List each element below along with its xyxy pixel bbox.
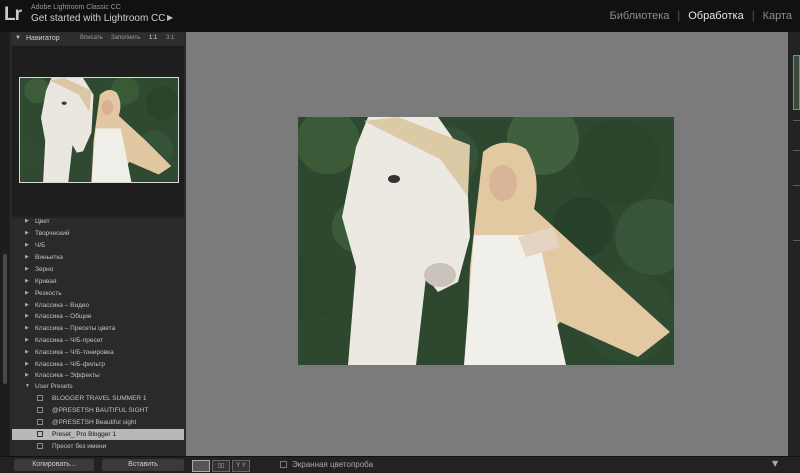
module-library[interactable]: Библиотека [602,10,678,22]
navigator-title: Навигатор [26,35,60,42]
preset-group-user-presets[interactable]: ▼ User Presets [12,381,184,392]
expand-triangle-icon[interactable]: ▶ [25,311,29,322]
preset-group-classic-video[interactable]: ▶ Классика – Видео [12,300,184,311]
preset-group-label: Творческий [35,230,70,237]
navigator-header[interactable]: ▼ Навигатор Вписать Заполнить 1:1 3:1 [12,33,184,45]
preset-file-icon [37,419,43,425]
toolbar-menu-arrow-icon[interactable]: ▼ [772,459,778,468]
expand-triangle-icon[interactable]: ▶ [25,276,29,287]
before-after-icon[interactable]: ▯▯ [212,460,230,472]
product-name: Adobe Lightroom Classic CC [31,4,121,11]
collapse-triangle-icon[interactable]: ▼ [25,381,30,392]
preset-group-label: Цвет [35,218,50,225]
preset-group-classic-bw-toning[interactable]: ▶ Классика – Ч/Б-тонировка [12,347,184,358]
user-preset-item-selected[interactable]: Preset_ Pro Blogger 1 [12,429,184,440]
softproof-label: Экранная цветопроба [292,460,374,469]
view-mode-icons: ▯▯ Y Y [192,460,250,472]
right-panel-divider [793,240,800,241]
expand-triangle-icon[interactable]: ▶ [25,347,29,358]
preset-group-classic-effects[interactable]: ▶ Классика – Эффекты [12,370,184,381]
zoom-1-1-option[interactable]: 1:1 [149,35,157,41]
user-preset-item[interactable]: Пресет без имени [12,441,184,452]
expand-triangle-icon[interactable]: ▶ [25,228,29,239]
before-after-split-icon[interactable]: Y Y [232,460,250,472]
preset-group-label: Виньетка [35,254,63,261]
copy-settings-button[interactable]: Копировать... [14,459,94,471]
user-preset-item[interactable]: @PRESETSH Beautiful sight [12,417,184,428]
module-picker: Библиотека | Обработка | Карта [602,10,800,22]
preset-group-label: Зерно [35,266,54,273]
preset-group-classic-general[interactable]: ▶ Классика – Общие [12,311,184,322]
left-panel-scrollbar[interactable] [0,32,10,456]
preset-group-label: Классика – Ч/Б-тонировка [35,349,114,356]
lightroom-logo: Lr [4,4,22,25]
user-preset-label: @PRESETSH Beautiful sight [52,419,137,426]
top-bar: Lr Adobe Lightroom Classic CC Get starte… [0,0,800,33]
expand-triangle-icon[interactable]: ▶ [25,323,29,334]
scrollbar-thumb[interactable] [3,254,7,384]
preset-group-label: Резкость [35,290,62,297]
preset-group-classic-bw[interactable]: ▶ Классика – Ч/Б-пресет [12,335,184,346]
expand-triangle-icon[interactable]: ▶ [25,216,29,227]
preset-group-label: Кривая [35,278,57,285]
softproof-checkbox[interactable] [280,461,287,468]
preset-group-label: Классика – Ч/Б-фильтр [35,361,105,368]
zoom-fill-option[interactable]: Заполнить [111,35,140,41]
photo-image [298,117,674,365]
preset-group-grain[interactable]: ▶ Зерно [12,264,184,275]
preset-group-label: Классика – Ч/Б-пресет [35,337,104,344]
preset-file-icon [37,431,43,437]
expand-triangle-icon[interactable]: ▶ [25,240,29,251]
expand-triangle-icon[interactable]: ▶ [25,300,29,311]
user-preset-item[interactable]: @PRESETSH BAUTIFUL SIGHT [12,405,184,416]
expand-triangle-icon[interactable]: ▶ [25,264,29,275]
right-panel-divider [793,120,800,121]
zoom-fit-option[interactable]: Вписать [80,35,103,41]
preset-group-sharpening[interactable]: ▶ Резкость [12,288,184,299]
module-map[interactable]: Карта [755,10,800,22]
expand-triangle-icon[interactable]: ▶ [25,335,29,346]
expand-triangle-icon[interactable]: ▶ [25,288,29,299]
preset-group-classic-bw-filter[interactable]: ▶ Классика – Ч/Б-фильтр [12,359,184,370]
user-preset-item[interactable]: BLOGGER TRAVEL SUMMER 1 [12,393,184,404]
play-arrow-icon[interactable]: ▶ [167,13,173,22]
module-develop[interactable]: Обработка [680,10,751,22]
preset-group-label: Классика – Видео [35,302,90,309]
preset-group-label: Классика – Эффекты [35,372,100,379]
preset-group-label: User Presets [35,383,73,390]
expand-triangle-icon[interactable]: ▶ [25,252,29,263]
preset-group-label: Классика – Пресеты цвета [35,325,116,332]
right-panel-histogram-edge [793,55,800,110]
zoom-3-1-option[interactable]: 3:1 [166,35,174,41]
photo-thumbnail-image [20,78,178,182]
collapse-triangle-icon[interactable]: ▼ [15,35,21,41]
user-preset-label: Preset_ Pro Blogger 1 [52,431,116,438]
main-photo[interactable] [298,117,674,365]
right-panel-divider [793,150,800,151]
expand-triangle-icon[interactable]: ▶ [25,370,29,381]
preset-file-icon [37,407,43,413]
user-preset-label: BLOGGER TRAVEL SUMMER 1 [52,395,147,402]
paste-settings-button[interactable]: Вставить [102,459,184,471]
loupe-view-icon[interactable] [192,460,210,472]
preset-file-icon [37,443,43,449]
user-preset-label: Пресет без имени [52,443,107,450]
preset-group-bw[interactable]: ▶ Ч/Б [12,240,184,251]
preset-group-label: Ч/Б [35,242,46,249]
identity-plate-text[interactable]: Get started with Lightroom CC [31,13,166,24]
user-preset-label: @PRESETSH BAUTIFUL SIGHT [52,407,149,414]
preset-group-creative[interactable]: ▶ Творческий [12,228,184,239]
expand-triangle-icon[interactable]: ▶ [25,359,29,370]
navigator-thumbnail[interactable] [19,77,179,183]
preset-group-vignette[interactable]: ▶ Виньетка [12,252,184,263]
preset-group-label: Классика – Общие [35,313,92,320]
right-panel-divider [793,185,800,186]
preset-group-color[interactable]: ▶ Цвет [12,216,184,227]
bottom-toolbar: Копировать... Вставить ▯▯ Y Y Экранная ц… [0,456,800,473]
preset-file-icon [37,395,43,401]
preset-group-curve[interactable]: ▶ Кривая [12,276,184,287]
preset-group-classic-color[interactable]: ▶ Классика – Пресеты цвета [12,323,184,334]
